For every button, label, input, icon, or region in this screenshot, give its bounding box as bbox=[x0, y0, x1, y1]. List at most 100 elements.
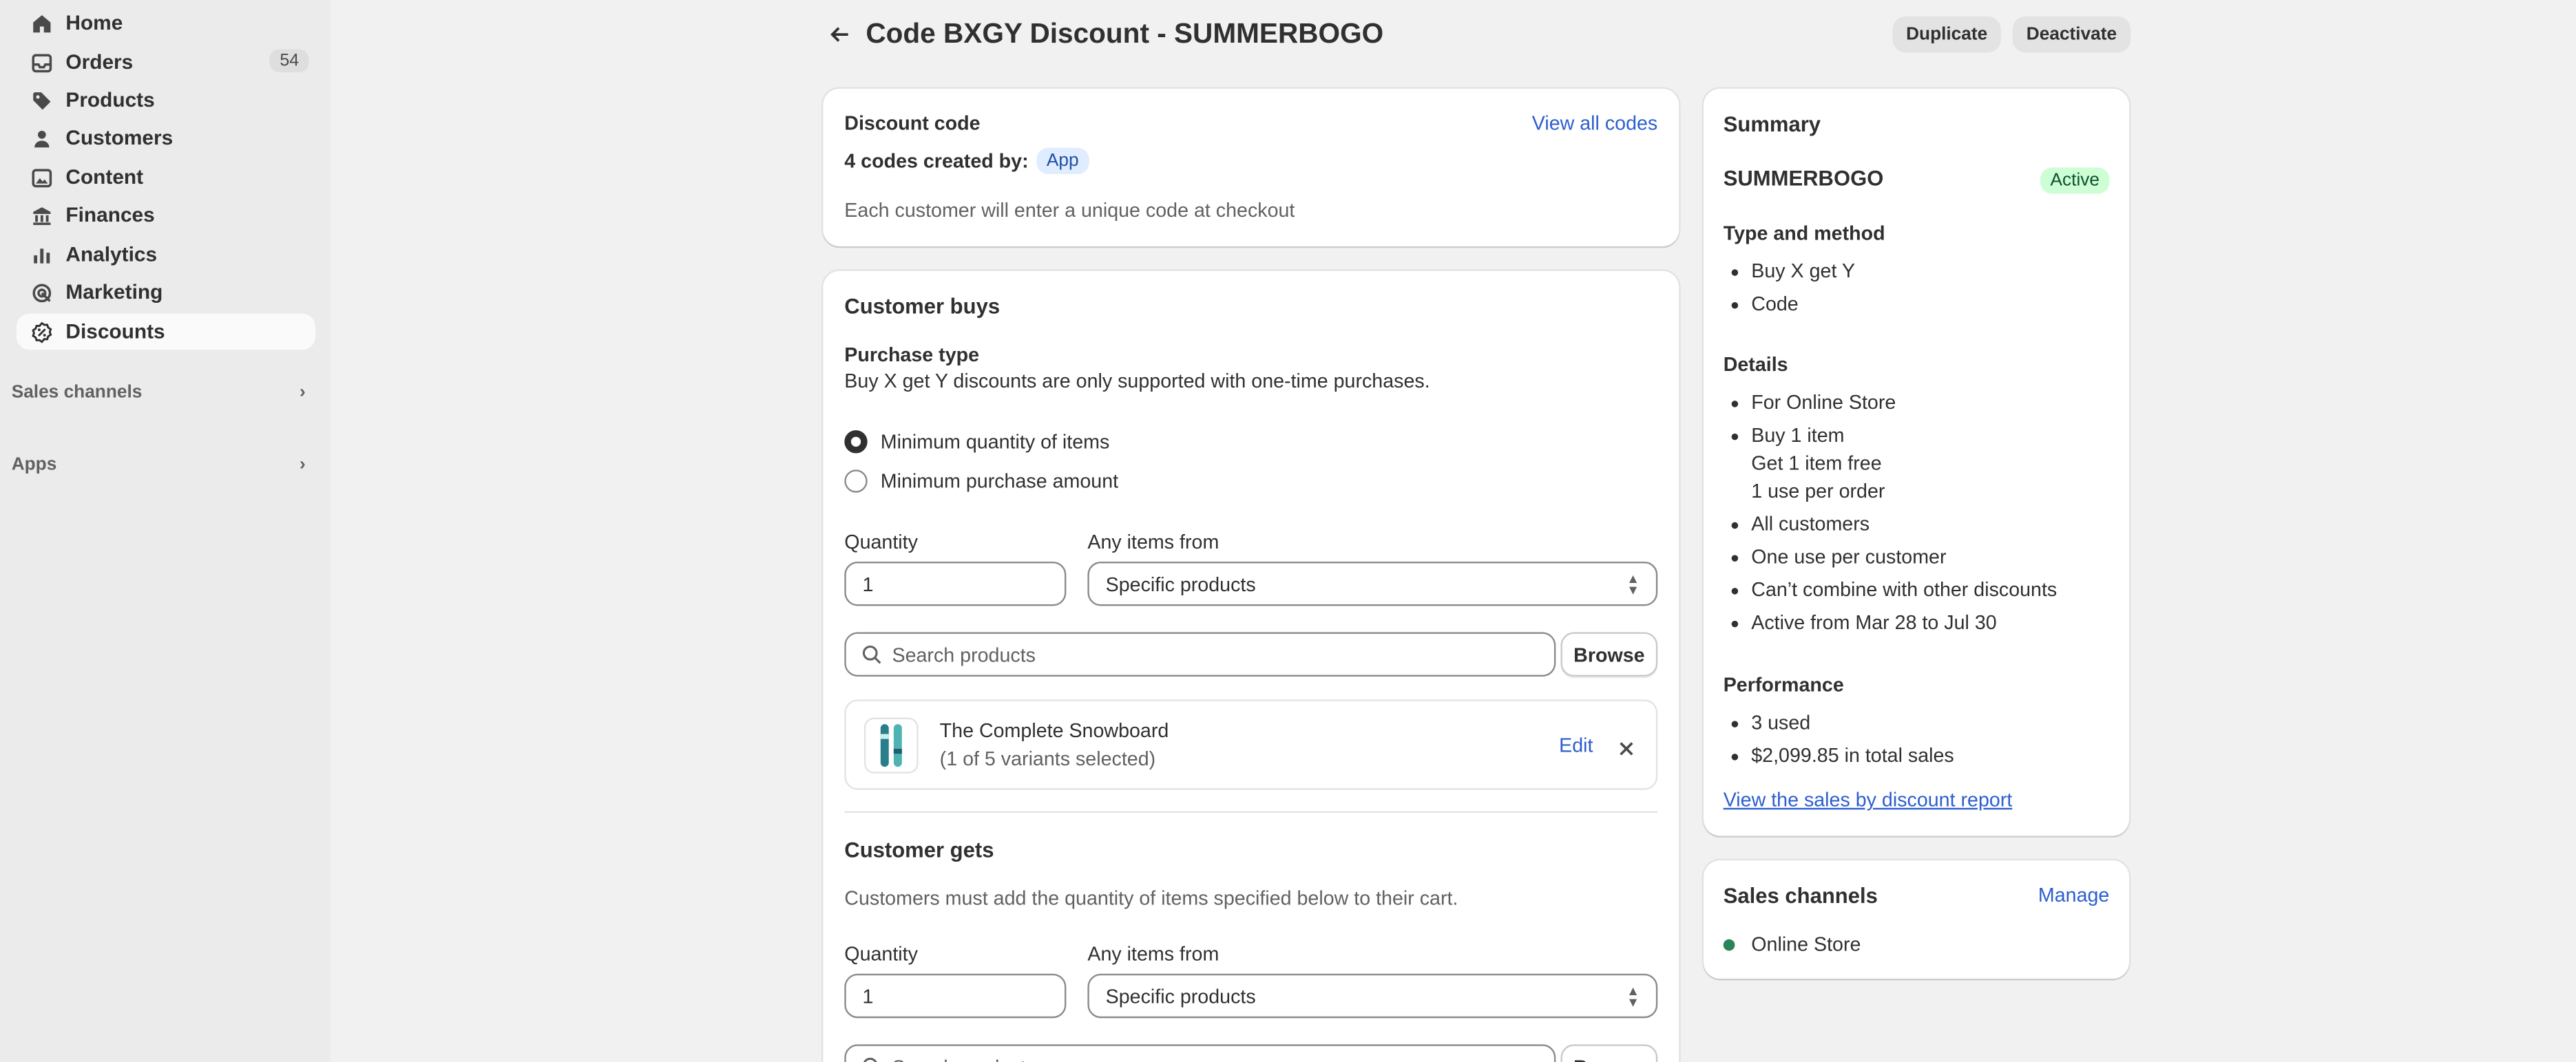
product-variants: (1 of 5 variants selected) bbox=[939, 747, 1156, 770]
list-item: 3 used bbox=[1724, 710, 2110, 738]
summary-code: SUMMERBOGO bbox=[1723, 165, 1884, 191]
buys-browse-button[interactable]: Browse bbox=[1560, 632, 1658, 677]
get-line: Get 1 item free bbox=[1751, 452, 1882, 475]
sidebar-item-content[interactable]: Content bbox=[17, 159, 315, 195]
sales-channels-title: Sales channels bbox=[1723, 883, 1878, 909]
sidebar-item-customers[interactable]: Customers bbox=[17, 120, 315, 156]
performance-list: 3 used $2,099.85 in total sales bbox=[1724, 710, 2110, 770]
status-badge: Active bbox=[2040, 164, 2110, 194]
min-quantity-radio[interactable] bbox=[844, 430, 868, 454]
min-quantity-label: Minimum quantity of items bbox=[880, 430, 1110, 454]
details-list: For Online Store Buy 1 item Get 1 item f… bbox=[1724, 389, 2110, 637]
status-dot-icon bbox=[1723, 938, 1735, 951]
select-value: Specific products bbox=[1105, 984, 1256, 1008]
list-item: For Online Store bbox=[1724, 389, 2110, 417]
buys-quantity-label: Quantity bbox=[844, 530, 918, 554]
min-amount-label: Minimum purchase amount bbox=[880, 469, 1119, 493]
customer-buys-card: Customer buys Purchase type Buy X get Y … bbox=[823, 270, 1679, 1062]
sidebar-item-label: Analytics bbox=[65, 243, 158, 266]
sidebar-item-label: Discounts bbox=[65, 320, 165, 343]
type-method-list: Buy X get Y Code bbox=[1724, 258, 2110, 319]
list-item: All customers bbox=[1724, 511, 2110, 539]
orders-count-badge: 54 bbox=[270, 49, 309, 72]
person-icon bbox=[30, 127, 52, 149]
deactivate-button[interactable]: Deactivate bbox=[2012, 16, 2131, 53]
bar-chart-icon bbox=[30, 243, 52, 266]
sidebar-section-apps[interactable]: Apps › bbox=[12, 455, 315, 475]
section-label: Sales channels bbox=[11, 382, 143, 403]
customer-gets-title: Customer gets bbox=[844, 837, 994, 862]
summary-title: Summary bbox=[1723, 111, 1821, 137]
sidebar-item-label: Finances bbox=[65, 203, 155, 227]
use-per-order-line: 1 use per order bbox=[1751, 479, 1885, 503]
sidebar: Home Orders 54 Products Customers Conten… bbox=[0, 0, 331, 1062]
app-badge: App bbox=[1036, 147, 1089, 174]
search-icon bbox=[862, 645, 881, 664]
snowboard-icon bbox=[880, 724, 902, 767]
sidebar-item-label: Customers bbox=[65, 126, 174, 150]
list-item: One use per customer bbox=[1724, 544, 2110, 572]
customer-gets-note: Customers must add the quantity of items… bbox=[844, 886, 1458, 910]
customer-buys-title: Customer buys bbox=[844, 294, 1001, 319]
buys-any-items-select[interactable]: Specific products ▲ ▼ bbox=[1087, 561, 1658, 606]
sidebar-item-finances[interactable]: Finances bbox=[17, 197, 315, 233]
sidebar-item-discounts[interactable]: Discounts bbox=[16, 313, 316, 350]
sidebar-item-analytics[interactable]: Analytics bbox=[17, 237, 315, 273]
divider bbox=[844, 811, 1658, 813]
sidebar-item-label: Content bbox=[65, 165, 144, 189]
purchase-type-label: Purchase type bbox=[844, 343, 980, 367]
duplicate-button[interactable]: Duplicate bbox=[1892, 16, 2001, 53]
select-arrows-icon: ▲ ▼ bbox=[1626, 571, 1640, 598]
gets-any-items-select[interactable]: Specific products ▲ ▼ bbox=[1087, 973, 1658, 1019]
search-placeholder: Search products bbox=[892, 1055, 1035, 1062]
type-method-heading: Type and method bbox=[1723, 222, 1885, 245]
buys-quantity-input[interactable]: 1 bbox=[844, 561, 1067, 606]
min-amount-radio[interactable] bbox=[844, 469, 868, 493]
buy-line: Buy 1 item bbox=[1751, 423, 1845, 447]
discount-code-card: Discount code View all codes 4 codes cre… bbox=[823, 88, 1679, 246]
sidebar-item-orders[interactable]: Orders 54 bbox=[17, 44, 315, 80]
inbox-icon bbox=[30, 51, 52, 74]
edit-product-link[interactable]: Edit bbox=[1559, 734, 1593, 756]
gets-browse-button[interactable]: Browse bbox=[1560, 1044, 1658, 1062]
manage-channels-link[interactable]: Manage bbox=[2038, 884, 2109, 906]
buys-any-items-label: Any items from bbox=[1087, 530, 1219, 554]
product-name: The Complete Snowboard bbox=[939, 719, 1169, 743]
codes-created-row: 4 codes created by: App bbox=[844, 147, 1089, 174]
buys-search-input[interactable]: Search products bbox=[844, 632, 1556, 677]
product-thumbnail bbox=[863, 717, 919, 774]
sidebar-item-label: Home bbox=[65, 11, 123, 35]
sidebar-item-marketing[interactable]: Marketing bbox=[17, 274, 315, 310]
list-item: Buy X get Y bbox=[1724, 258, 2110, 286]
channel-name: Online Store bbox=[1751, 933, 1861, 956]
view-all-codes-link[interactable]: View all codes bbox=[1532, 111, 1658, 134]
page-title: Code BXGY Discount - SUMMERBOGO bbox=[866, 18, 1384, 50]
sales-report-link[interactable]: View the sales by discount report bbox=[1724, 788, 2013, 811]
target-icon bbox=[30, 281, 52, 304]
remove-product-close-icon[interactable] bbox=[1618, 736, 1635, 765]
search-icon bbox=[863, 1057, 877, 1062]
sidebar-item-label: Marketing bbox=[65, 280, 163, 304]
sidebar-item-home[interactable]: Home bbox=[17, 5, 315, 41]
gets-any-items-label: Any items from bbox=[1087, 942, 1219, 966]
tag-icon bbox=[30, 89, 52, 111]
list-item: Active from Mar 28 to Jul 30 bbox=[1724, 609, 2110, 637]
quantity-value: 1 bbox=[862, 984, 874, 1008]
sidebar-item-products[interactable]: Products bbox=[17, 82, 315, 118]
list-item: Can’t combine with other discounts bbox=[1724, 576, 2110, 604]
codes-created-text: 4 codes created by: bbox=[844, 149, 1029, 173]
image-icon bbox=[30, 166, 52, 189]
selected-product-row: The Complete Snowboard (1 of 5 variants … bbox=[844, 699, 1658, 790]
back-arrow-icon[interactable] bbox=[821, 17, 857, 52]
sales-channels-card: Sales channels Manage Online Store bbox=[1704, 860, 2129, 979]
sidebar-item-label: Orders bbox=[65, 50, 134, 74]
discount-code-title: Discount code bbox=[844, 111, 981, 135]
gets-quantity-input[interactable]: 1 bbox=[844, 973, 1067, 1019]
search-placeholder: Search products bbox=[892, 643, 1036, 666]
list-item: $2,099.85 in total sales bbox=[1724, 742, 2110, 770]
list-item: Code bbox=[1724, 290, 2110, 319]
list-item-buy-get: Buy 1 item Get 1 item free 1 use per ord… bbox=[1724, 422, 2110, 506]
status-badge-text: Active bbox=[2040, 167, 2110, 194]
gets-search-input[interactable]: Search products bbox=[844, 1044, 1556, 1062]
sidebar-section-sales-channels[interactable]: Sales channels › bbox=[12, 383, 315, 403]
